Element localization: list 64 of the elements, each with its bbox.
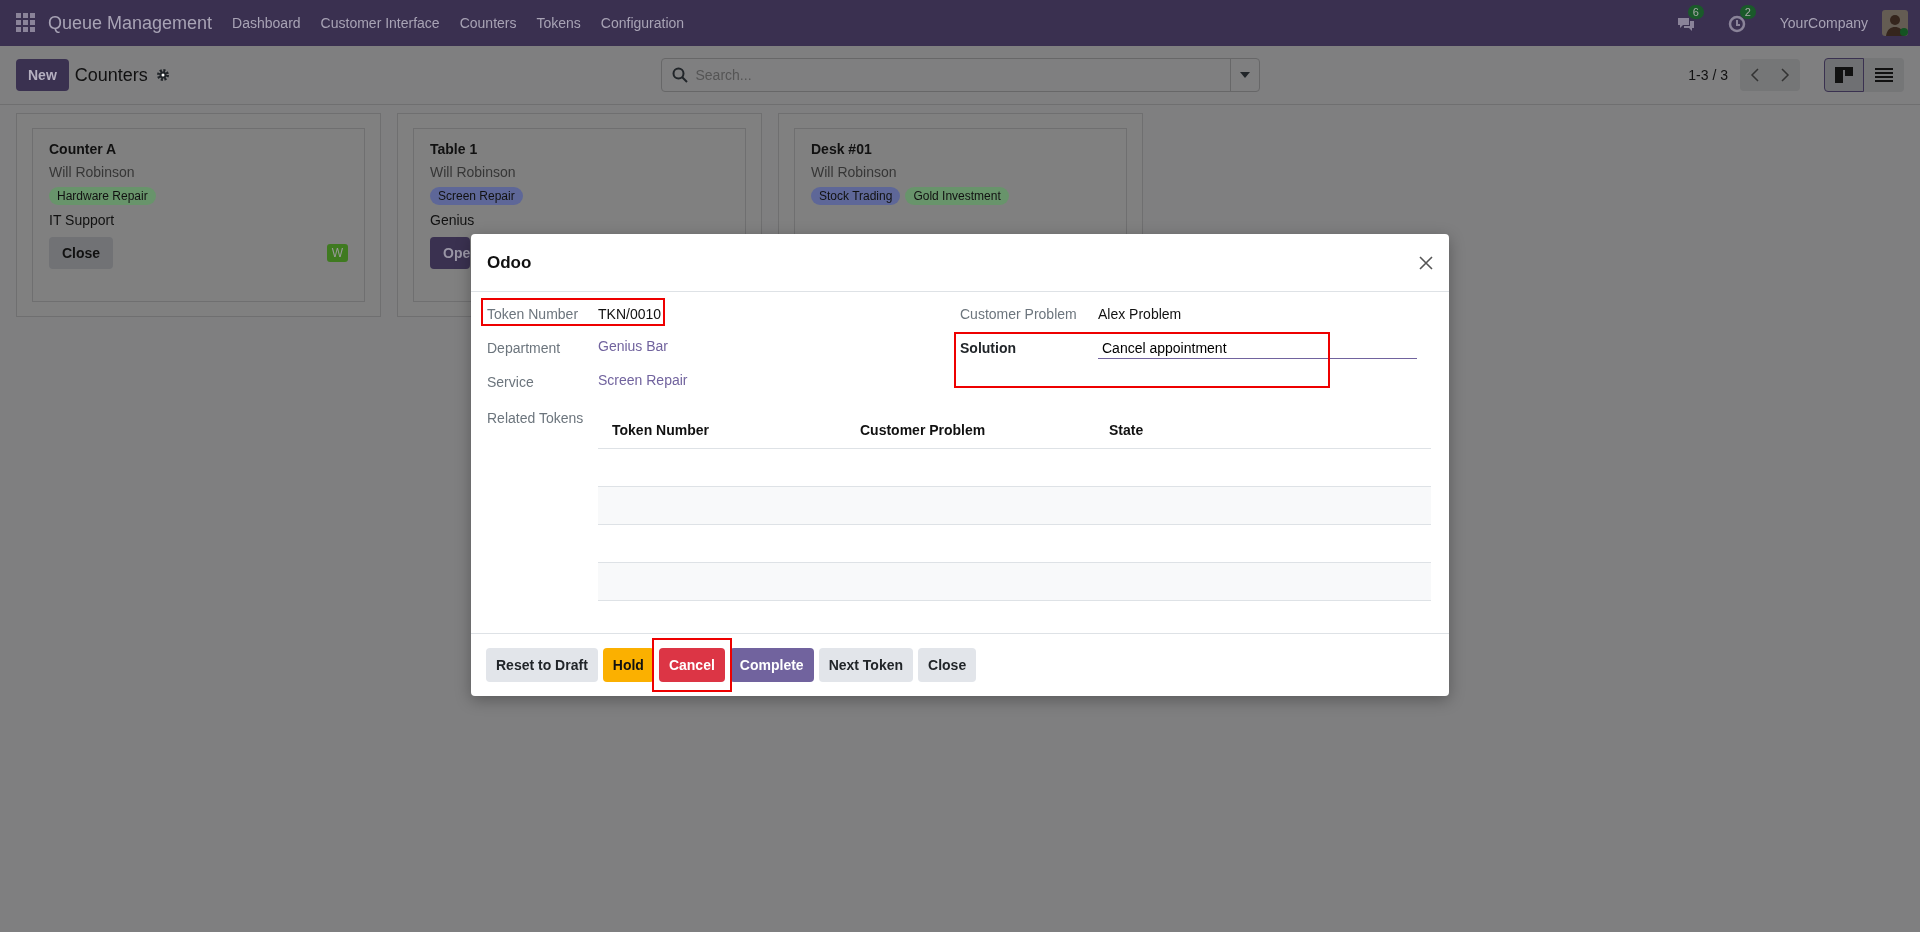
dialog-button[interactable]: Close: [918, 648, 977, 682]
service-tag: Hardware Repair: [49, 187, 156, 205]
counter-name: Desk #01: [811, 141, 873, 157]
dialog-button[interactable]: Complete: [729, 648, 814, 682]
field-value: TKN/0010: [598, 305, 662, 322]
dialog-button[interactable]: Hold: [602, 648, 654, 682]
field-label: Service: [487, 373, 535, 390]
page-title: Counters: [74, 64, 148, 86]
kanban-icon: [1835, 67, 1853, 83]
previous-button[interactable]: [1740, 59, 1770, 91]
search-icon: [671, 67, 688, 83]
field-label: Department: [487, 339, 562, 356]
app-title[interactable]: Queue Management: [48, 12, 213, 34]
gear-icon[interactable]: [155, 68, 170, 82]
service-tag: Stock Trading: [811, 187, 901, 205]
column-header: Customer Problem: [860, 422, 986, 438]
list-icon: [1875, 68, 1893, 82]
field-link[interactable]: Genius Bar: [598, 338, 669, 354]
dialog-button[interactable]: Cancel: [658, 648, 725, 682]
pager-value: 1-3 / 3: [1688, 67, 1728, 83]
next-button[interactable]: [1770, 59, 1800, 91]
message-count: 6: [1687, 5, 1704, 19]
column-header: State: [1109, 422, 1144, 438]
menu-item[interactable]: Tokens: [536, 15, 581, 31]
field-label: Solution: [960, 339, 1017, 356]
counter-name: Table 1: [430, 141, 479, 157]
column-header: Token Number: [612, 422, 709, 438]
counter-user: Will Robinson: [811, 164, 898, 180]
field-link[interactable]: Screen Repair: [598, 372, 688, 388]
new-button[interactable]: New: [16, 59, 69, 91]
menu-item[interactable]: Customer Interface: [320, 15, 440, 31]
list-view-button[interactable]: [1864, 58, 1904, 92]
field-label: Related Tokens: [487, 410, 585, 428]
chat-icon[interactable]: [1675, 16, 1696, 32]
menu-item[interactable]: Configuration: [600, 15, 685, 31]
apps-menu-icon[interactable]: [16, 13, 36, 33]
chevron-right-icon: [1780, 68, 1790, 82]
menu-item[interactable]: Counters: [459, 15, 517, 31]
service-tag: Gold Investment: [905, 187, 1009, 205]
counter-user: Will Robinson: [49, 164, 136, 180]
service-tag: Screen Repair: [430, 187, 523, 205]
field-label: Customer Problem: [960, 305, 1078, 322]
menu-item[interactable]: Dashboard: [232, 15, 301, 31]
clock-icon[interactable]: [1727, 15, 1746, 33]
counter-card[interactable]: Counter A Will Robinson Hardware Repair IT Support Close W: [32, 128, 365, 302]
counter-department: IT Support: [49, 212, 116, 228]
counter-name: Counter A: [49, 141, 118, 157]
caret-icon[interactable]: [1239, 72, 1250, 78]
close-icon[interactable]: [1419, 255, 1433, 270]
field-value: Alex Problem: [1098, 305, 1182, 322]
counter-user: Will Robinson: [430, 164, 517, 180]
dialog-button[interactable]: Reset to Draft: [486, 648, 598, 682]
activity-count: 2: [1739, 5, 1756, 19]
chevron-left-icon: [1750, 68, 1760, 82]
field-label: Token Number: [487, 305, 580, 322]
user-badge: W: [326, 244, 348, 262]
company-name[interactable]: YourCompany: [1779, 15, 1868, 31]
kanban-view-button[interactable]: [1824, 58, 1864, 92]
dialog-button[interactable]: Next Token: [818, 648, 914, 682]
user-avatar[interactable]: [1882, 10, 1908, 36]
counter-department: Genius: [430, 212, 476, 228]
counter-button[interactable]: Ope: [430, 237, 471, 269]
dialog-title: Odoo: [487, 252, 532, 273]
counter-button[interactable]: Close: [49, 237, 114, 269]
